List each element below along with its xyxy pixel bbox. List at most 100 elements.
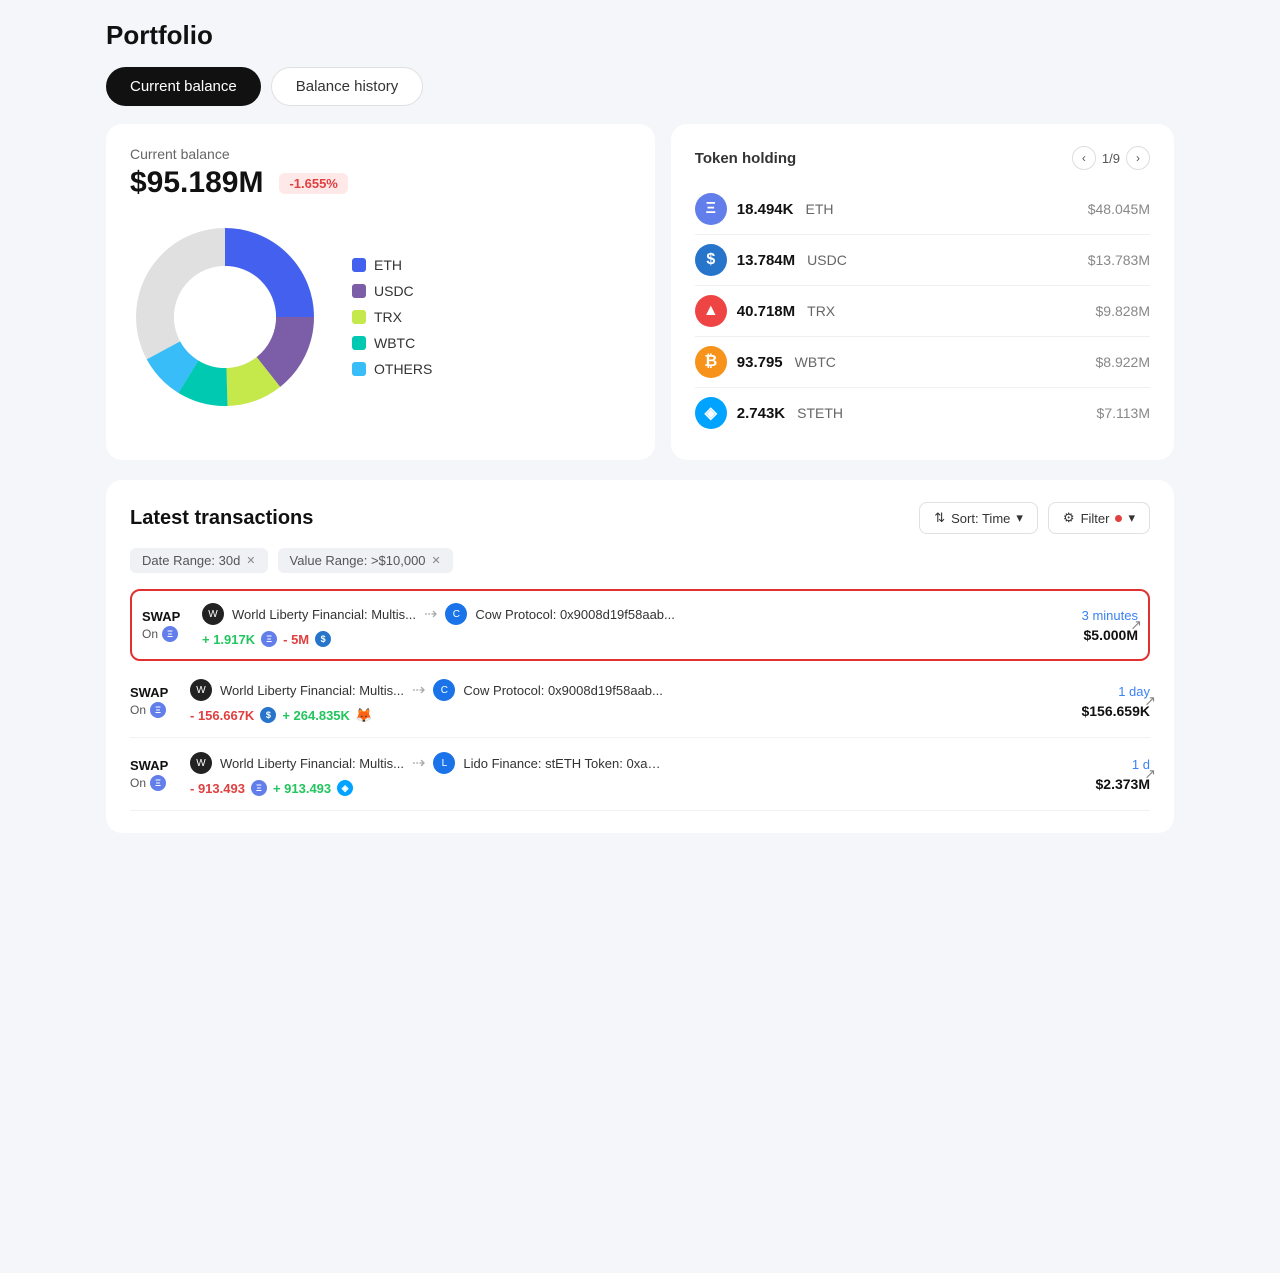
filter-chip-date[interactable]: Date Range: 30d ✕ xyxy=(130,548,268,573)
page-title: Portfolio xyxy=(106,20,1174,51)
tx-main-1: W World Liberty Financial: Multis... ⇢ C… xyxy=(190,679,1071,723)
filter-chips: Date Range: 30d ✕ Value Range: >$10,000 … xyxy=(130,548,1150,573)
legend-label-wbtc: WBTC xyxy=(374,335,415,351)
tx-right-0: 3 minutes $5.000M xyxy=(1072,608,1138,643)
legend-dot-wbtc xyxy=(352,336,366,350)
usdc-icon: $ xyxy=(695,244,727,276)
tx-addresses-2: W World Liberty Financial: Multis... ⇢ L… xyxy=(190,752,1086,774)
filter-chip-date-remove[interactable]: ✕ xyxy=(246,554,255,567)
tx-on-2: On Ξ xyxy=(130,775,190,791)
tx-type-0: SWAP xyxy=(142,609,202,624)
token-row-steth: ◈ 2.743K STETH $7.113M xyxy=(695,388,1150,438)
tx-plus-icon-2: Ξ xyxy=(251,780,267,796)
tx-arrow-icon-0: ⇢ xyxy=(424,604,437,624)
steth-icon: ◈ xyxy=(695,397,727,429)
token-holding-title: Token holding xyxy=(695,150,796,167)
tabs-row: Current balance Balance history xyxy=(106,67,1174,106)
tx-to-0: Cow Protocol: 0x9008d19f58aab... xyxy=(475,607,674,622)
token-left-wbtc: ₿ 93.795 WBTC xyxy=(695,346,836,378)
tx-to-icon-2: L xyxy=(433,752,455,774)
token-left-usdc: $ 13.784M USDC xyxy=(695,244,847,276)
tx-type-col-2: SWAP On Ξ xyxy=(130,758,190,791)
token-row-usdc: $ 13.784M USDC $13.783M xyxy=(695,235,1150,286)
tx-on-label-1: On xyxy=(130,703,146,717)
tab-balance-history[interactable]: Balance history xyxy=(271,67,424,106)
token-row-eth: Ξ 18.494K ETH $48.045M xyxy=(695,184,1150,235)
wbtc-value: $8.922M xyxy=(1096,354,1150,370)
steth-symbol: STETH xyxy=(797,405,843,421)
tx-ext-link-1[interactable]: ↗ xyxy=(1144,693,1156,710)
legend-label-usdc: USDC xyxy=(374,283,414,299)
filter-chip-value[interactable]: Value Range: >$10,000 ✕ xyxy=(278,548,453,573)
tx-from-0: World Liberty Financial: Multis... xyxy=(232,607,416,622)
tx-from-icon-2: W xyxy=(190,752,212,774)
sort-label: Sort: Time xyxy=(951,511,1010,526)
chart-area: ETH USDC TRX WBTC xyxy=(130,218,631,412)
transactions-controls: ⇅ Sort: Time ▾ ⚙ Filter ▾ xyxy=(919,502,1150,534)
filter-chip-value-remove[interactable]: ✕ xyxy=(432,554,441,567)
wbtc-symbol: WBTC xyxy=(795,354,836,370)
token-left-trx: ▲ 40.718M TRX xyxy=(695,295,835,327)
tx-time-1: 1 day xyxy=(1081,684,1150,699)
token-pagination: ‹ 1/9 › xyxy=(1072,146,1150,170)
eth-amount: 18.494K xyxy=(737,201,794,218)
tx-network-icon-1: Ξ xyxy=(150,702,166,718)
filter-label: Filter xyxy=(1081,511,1110,526)
tx-tokens-1: - 156.667K $ + 264.835K 🦊 xyxy=(190,707,1071,723)
tx-plus-amount-2: - 913.493 xyxy=(190,781,245,796)
usdc-symbol: USDC xyxy=(807,252,847,268)
sort-icon: ⇅ xyxy=(934,510,945,526)
tx-from-2: World Liberty Financial: Multis... xyxy=(220,756,404,771)
filter-active-dot xyxy=(1115,515,1122,522)
tx-plus-icon-1: $ xyxy=(260,707,276,723)
tx-on-1: On Ξ xyxy=(130,702,190,718)
transaction-row-0: SWAP On Ξ W World Liberty Financial: Mul… xyxy=(130,589,1150,661)
tx-type-2: SWAP xyxy=(130,758,190,773)
balance-amount-row: $95.189M -1.655% xyxy=(130,166,631,200)
tx-minus-amount-0: - 5M xyxy=(283,632,309,647)
token-row-wbtc: ₿ 93.795 WBTC $8.922M xyxy=(695,337,1150,388)
sort-button[interactable]: ⇅ Sort: Time ▾ xyxy=(919,502,1038,534)
tx-on-0: On Ξ xyxy=(142,626,202,642)
tx-type-col-0: SWAP On Ξ xyxy=(142,609,202,642)
balance-label: Current balance xyxy=(130,146,631,162)
balance-change-badge: -1.655% xyxy=(279,173,347,194)
tx-minus-amount-2: + 913.493 xyxy=(273,781,331,796)
transactions-header: Latest transactions ⇅ Sort: Time ▾ ⚙ Fil… xyxy=(130,502,1150,534)
legend-label-eth: ETH xyxy=(374,257,402,273)
tx-ext-link-2[interactable]: ↗ xyxy=(1144,766,1156,783)
tx-from-icon-1: W xyxy=(190,679,212,701)
tx-main-2: W World Liberty Financial: Multis... ⇢ L… xyxy=(190,752,1086,796)
transaction-row-1: SWAP On Ξ W World Liberty Financial: Mul… xyxy=(130,665,1150,738)
tx-minus-icon-1: 🦊 xyxy=(356,707,372,723)
tx-tokens-2: - 913.493 Ξ + 913.493 ◈ xyxy=(190,780,1086,796)
legend-dot-usdc xyxy=(352,284,366,298)
eth-symbol: ETH xyxy=(805,201,833,217)
top-cards-row: Current balance $95.189M -1.655% xyxy=(106,124,1174,460)
token-left-steth: ◈ 2.743K STETH xyxy=(695,397,843,429)
steth-amount: 2.743K xyxy=(737,405,785,422)
token-row-trx: ▲ 40.718M TRX $9.828M xyxy=(695,286,1150,337)
tx-tokens-0: + 1.917K Ξ - 5M $ xyxy=(202,631,1072,647)
tab-current-balance[interactable]: Current balance xyxy=(106,67,261,106)
balance-card: Current balance $95.189M -1.655% xyxy=(106,124,655,460)
token-next-button[interactable]: › xyxy=(1126,146,1150,170)
steth-value: $7.113M xyxy=(1097,405,1150,421)
filter-chip-value-label: Value Range: >$10,000 xyxy=(290,553,426,568)
tx-to-icon-0: C xyxy=(445,603,467,625)
legend-item-wbtc: WBTC xyxy=(352,335,432,351)
tx-minus-icon-0: $ xyxy=(315,631,331,647)
token-page-indicator: 1/9 xyxy=(1102,151,1120,166)
tx-ext-link-0[interactable]: ↗ xyxy=(1130,617,1142,634)
legend-label-others: OTHERS xyxy=(374,361,432,377)
legend-item-eth: ETH xyxy=(352,257,432,273)
filter-button[interactable]: ⚙ Filter ▾ xyxy=(1048,502,1150,534)
token-prev-button[interactable]: ‹ xyxy=(1072,146,1096,170)
legend-label-trx: TRX xyxy=(374,309,402,325)
sort-chevron-icon: ▾ xyxy=(1016,510,1023,526)
token-header: Token holding ‹ 1/9 › xyxy=(695,146,1150,170)
tx-from-icon-0: W xyxy=(202,603,224,625)
usdc-amount: 13.784M xyxy=(737,252,795,269)
tx-from-1: World Liberty Financial: Multis... xyxy=(220,683,404,698)
transactions-section: Latest transactions ⇅ Sort: Time ▾ ⚙ Fil… xyxy=(106,480,1174,833)
